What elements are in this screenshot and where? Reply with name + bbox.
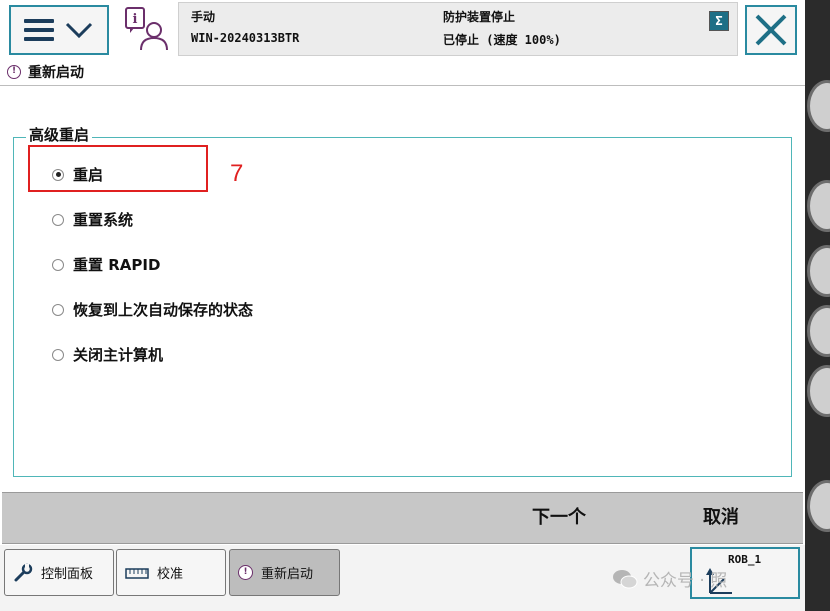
tab-control-panel[interactable]: 控制面板 [4,549,114,596]
hamburger-icon [24,19,54,41]
restart-icon: ! [238,565,253,580]
controller-name: WIN-20240313BTR [191,31,300,45]
status-panel: 手动 WIN-20240313BTR 防护装置停止 已停止 (速度 100%) … [178,2,738,56]
run-status: 已停止 (速度 100%) [443,33,561,47]
flexpendant-side-strip [805,0,830,611]
page-title: 重新启动 [28,64,84,81]
hard-button-icon[interactable] [807,480,830,532]
event-log-icon[interactable]: Σ [709,11,729,31]
watermark-text: 公众号 · 照 [643,571,728,591]
tab-label: 校准 [157,567,184,582]
radio-button[interactable] [52,303,64,316]
radio-button[interactable] [52,348,64,361]
wrench-icon [14,563,33,581]
wechat-icon [613,569,638,588]
close-button[interactable] [745,5,797,55]
group-legend: 高级重启 [26,124,93,145]
hard-button-icon[interactable] [807,80,830,132]
option-restore-autosave[interactable]: 恢复到上次自动保存的状态 [52,299,253,320]
ruler-icon [125,567,149,579]
option-label: 恢复到上次自动保存的状态 [73,301,254,319]
mechanical-unit-label: ROB_1 [728,553,762,566]
option-label: 重置 RAPID [73,256,161,274]
radio-button[interactable] [52,213,64,226]
hard-button-icon[interactable] [807,365,830,417]
radio-button[interactable] [52,258,64,271]
hard-button-icon[interactable] [807,305,830,357]
option-reset-rapid[interactable]: 重置 RAPID [52,254,160,275]
tab-calibration[interactable]: 校准 [116,549,226,596]
watermark: 公众号 · 照 [612,566,727,591]
tab-label: 重新启动 [261,567,314,582]
option-shutdown-main-computer[interactable]: 关闭主计算机 [52,344,163,365]
option-reset-system[interactable]: 重置系统 [52,209,133,230]
operating-mode: 手动 [191,10,216,24]
safety-status: 防护装置停止 [443,10,516,24]
abb-menu-button[interactable] [9,5,109,55]
tab-label: 控制面板 [41,567,94,582]
svg-text:i: i [133,12,138,27]
top-bar: i 手动 WIN-20240313BTR 防护装置停止 已停止 (速度 100%… [0,0,805,58]
next-button[interactable]: 下一个 [532,503,586,529]
cancel-button[interactable]: 取消 [703,503,739,529]
option-label: 关闭主计算机 [73,346,164,364]
annotation-highlight-box [28,145,208,192]
chevron-down-icon [65,22,93,39]
close-icon [755,14,787,46]
command-bar: 下一个 取消 [2,492,803,544]
title-row: ! 重新启动 [0,58,805,86]
option-label: 重置系统 [73,211,134,229]
operator-info-icon[interactable]: i [124,6,170,52]
hard-button-icon[interactable] [807,245,830,297]
hard-button-icon[interactable] [807,180,830,232]
restart-icon: ! [7,64,21,79]
annotation-step-number: 7 [230,160,244,187]
tab-restart[interactable]: ! 重新启动 [229,549,340,596]
